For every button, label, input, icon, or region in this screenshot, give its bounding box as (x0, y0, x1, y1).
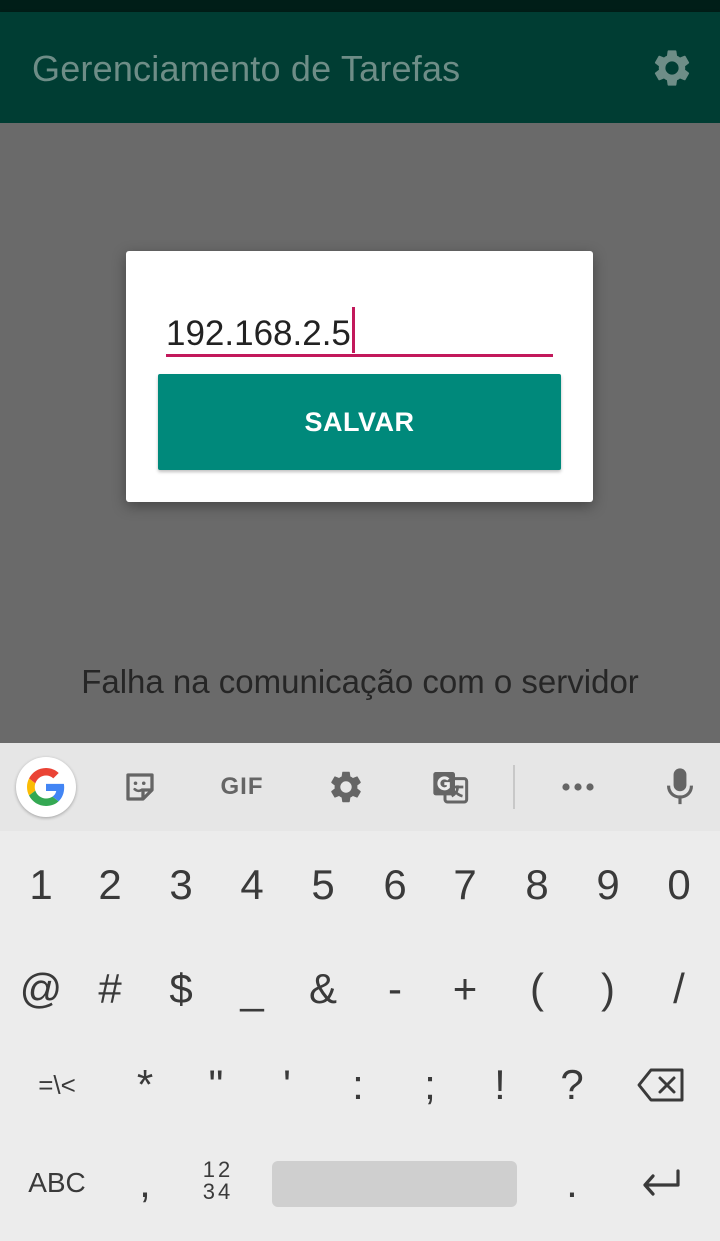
ip-dialog: 192.168.2.5 SALVAR (126, 251, 593, 502)
app-title: Gerenciamento de Tarefas (32, 48, 461, 89)
key-asterisk[interactable]: * (110, 1042, 180, 1128)
mic-icon (667, 768, 693, 805)
key-8[interactable]: 8 (502, 842, 572, 928)
key-more-symbols[interactable]: =\< (22, 1042, 92, 1128)
error-message: Falha na comunicação com o servidor (81, 663, 639, 700)
key-ampersand[interactable]: & (288, 946, 358, 1032)
key-slash[interactable]: / (644, 946, 714, 1032)
gif-button[interactable]: GIF (212, 757, 272, 817)
enter-icon (643, 1169, 680, 1196)
key-4[interactable]: 4 (217, 842, 287, 928)
keyboard-toolbar: GIF (0, 743, 720, 831)
key-hash[interactable]: # (75, 946, 145, 1032)
key-colon[interactable]: : (323, 1042, 393, 1128)
key-7[interactable]: 7 (430, 842, 500, 928)
key-6[interactable]: 6 (360, 842, 430, 928)
key-exclamation[interactable]: ! (465, 1042, 535, 1128)
google-button[interactable] (16, 757, 76, 817)
key-question[interactable]: ? (537, 1042, 607, 1128)
key-semicolon[interactable]: ; (395, 1042, 465, 1128)
key-0[interactable]: 0 (644, 842, 714, 928)
status-bar (0, 0, 720, 12)
key-underscore[interactable]: _ (217, 946, 287, 1032)
key-comma[interactable]: , (110, 1140, 180, 1226)
keyboard-settings-button[interactable] (316, 757, 376, 817)
key-9[interactable]: 9 (573, 842, 643, 928)
key-single-quote[interactable]: ' (252, 1042, 322, 1128)
key-open-paren[interactable]: ( (502, 946, 572, 1032)
key-2[interactable]: 2 (75, 842, 145, 928)
app-bar: Gerenciamento de Tarefas (0, 12, 720, 123)
translate-icon (433, 772, 469, 804)
backspace-key[interactable] (626, 1042, 696, 1128)
ip-address-value: 192.168.2.5 (166, 307, 355, 356)
more-button[interactable] (548, 757, 608, 817)
key-plus[interactable]: + (430, 946, 500, 1032)
key-dollar[interactable]: $ (146, 946, 216, 1032)
key-abc[interactable]: ABC (12, 1140, 102, 1226)
key-close-paren[interactable]: ) (573, 946, 643, 1032)
settings-button[interactable] (646, 42, 698, 94)
gif-label: GIF (220, 773, 264, 800)
key-numpad[interactable]: 12 34 (190, 1159, 246, 1209)
text-caret (351, 307, 355, 353)
numpad-top: 12 (202, 1157, 234, 1182)
key-minus[interactable]: - (360, 946, 430, 1032)
gear-icon (331, 771, 361, 803)
space-key[interactable] (272, 1161, 517, 1207)
toolbar-divider (513, 765, 515, 809)
key-at[interactable]: @ (6, 946, 76, 1032)
key-period[interactable]: . (537, 1140, 607, 1226)
key-1[interactable]: 1 (6, 842, 76, 928)
key-3[interactable]: 3 (146, 842, 216, 928)
translate-button[interactable] (420, 757, 480, 817)
google-icon (27, 768, 65, 806)
backspace-icon (637, 1068, 684, 1102)
more-icon (562, 783, 594, 791)
key-5[interactable]: 5 (288, 842, 358, 928)
sticker-icon (126, 773, 154, 801)
ip-address-input[interactable]: 192.168.2.5 (166, 305, 553, 357)
key-double-quote[interactable]: " (181, 1042, 251, 1128)
save-button[interactable]: SALVAR (158, 374, 561, 470)
gear-icon (654, 50, 690, 86)
enter-key[interactable] (626, 1140, 696, 1226)
sticker-button[interactable] (110, 757, 170, 817)
voice-input-button[interactable] (650, 757, 710, 817)
numpad-bottom: 34 (202, 1179, 234, 1204)
keyboard: GIF 1 2 3 4 5 6 7 8 9 0 @ # $ _ & - + (… (0, 743, 720, 1241)
